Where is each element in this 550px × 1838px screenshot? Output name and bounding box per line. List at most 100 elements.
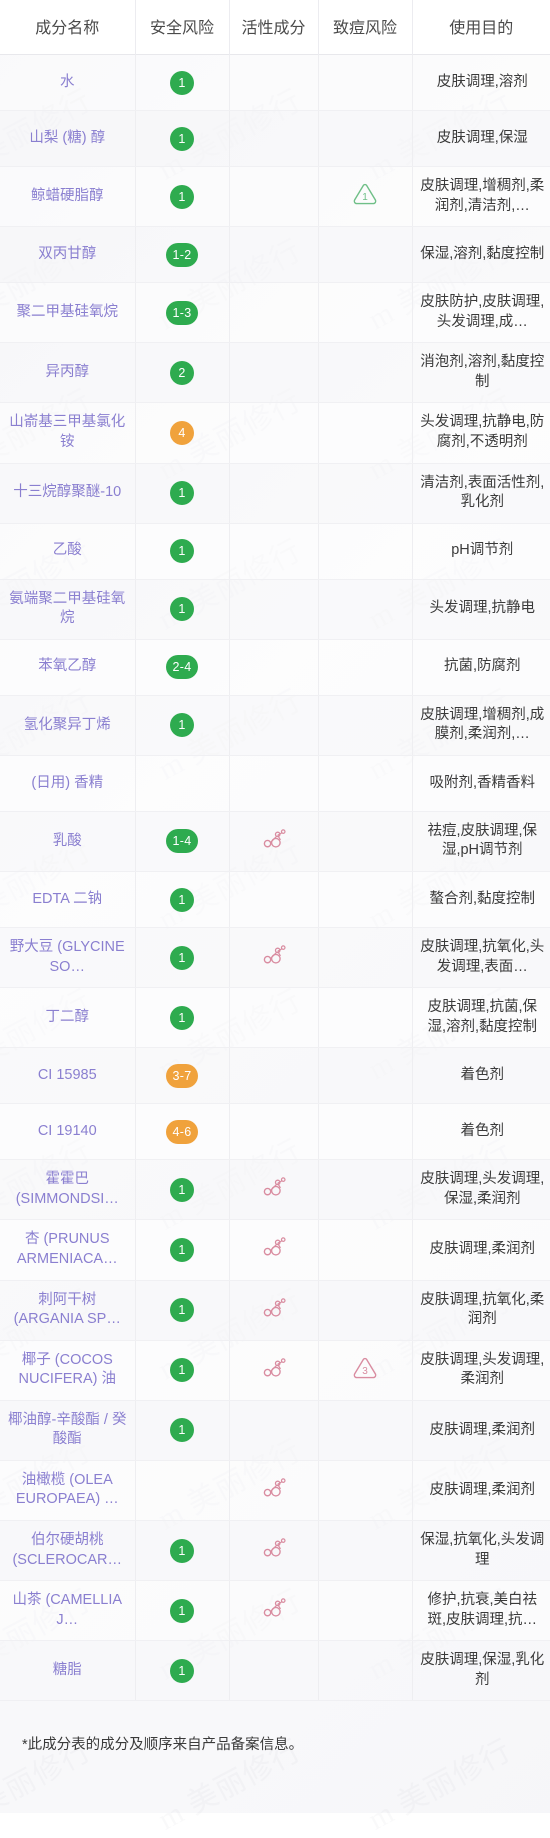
ingredient-name[interactable]: 氨端聚二甲基硅氧烷 <box>0 579 136 640</box>
table-row[interactable]: 异丙醇 2 消泡剂,溶剂,黏度控制 <box>0 342 550 404</box>
safety-risk-cell: 1 <box>135 1159 230 1221</box>
acne-risk-cell <box>318 755 413 812</box>
ingredient-name[interactable]: 野大豆 (GLYCINE SO… <box>0 927 136 989</box>
table-row[interactable]: 杏 (PRUNUS ARMENIACA… 1 皮肤调理,柔润剂 <box>0 1219 550 1281</box>
table-row[interactable]: 霍霍巴 (SIMMONDSI… 1 皮肤调理,头发调理,保湿,柔润剂 <box>0 1159 550 1221</box>
ingredient-name[interactable]: 山梨 (糖) 醇 <box>0 110 136 167</box>
safety-risk-cell: 1 <box>135 927 230 989</box>
active-ingredient-cell <box>229 282 319 344</box>
active-ingredient-cell <box>229 523 319 580</box>
table-row[interactable]: 椰油醇-辛酸酯 / 癸酸酯 1 皮肤调理,柔润剂 <box>0 1400 550 1461</box>
active-ingredient-cell <box>229 226 319 284</box>
active-ingredient-cell <box>229 54 319 111</box>
ingredient-name[interactable]: CI 19140 <box>0 1103 136 1161</box>
ingredient-name[interactable]: 鲸蜡硬脂醇 <box>0 166 136 228</box>
ingredient-name[interactable]: 山茶 (CAMELLIA J… <box>0 1580 136 1642</box>
table-row[interactable]: 油橄榄 (OLEA EUROPAEA) … 皮肤调理,柔润剂 <box>0 1460 550 1522</box>
table-row[interactable]: 氢化聚异丁烯 1 皮肤调理,增稠剂,成膜剂,柔润剂,… <box>0 695 550 756</box>
ingredient-name[interactable]: 十三烷醇聚醚-10 <box>0 463 136 524</box>
purpose-cell: 皮肤调理,柔润剂 <box>412 1400 550 1461</box>
safety-risk-cell: 2 <box>135 342 230 404</box>
table-row[interactable]: 聚二甲基硅氧烷 1-3 皮肤防护,皮肤调理,头发调理,成… <box>0 282 550 344</box>
safety-risk-cell: 1 <box>135 1340 230 1401</box>
table-row[interactable]: 乙酸 1 pH调节剂 <box>0 523 550 580</box>
ingredient-name[interactable]: 乳酸 <box>0 811 136 873</box>
column-header-name: 成分名称 <box>0 0 136 55</box>
table-row[interactable]: 野大豆 (GLYCINE SO… 1 皮肤调理,抗氧化,头发调理,表面… <box>0 927 550 989</box>
table-row[interactable]: 双丙甘醇 1-2 保湿,溶剂,黏度控制 <box>0 226 550 284</box>
ingredient-name[interactable]: 糖脂 <box>0 1640 136 1702</box>
active-ingredient-cell <box>229 463 319 524</box>
safety-risk-cell <box>135 755 230 812</box>
acne-risk-cell <box>318 1159 413 1221</box>
purpose-cell: 抗菌,防腐剂 <box>412 639 550 696</box>
active-ingredient-cell <box>229 1400 319 1461</box>
acne-risk-cell <box>318 987 413 1049</box>
ingredient-name[interactable]: 聚二甲基硅氧烷 <box>0 282 136 344</box>
ingredient-name[interactable]: 氢化聚异丁烯 <box>0 695 136 756</box>
table-row[interactable]: 山嵛基三甲基氯化铵 4 头发调理,抗静电,防腐剂,不透明剂 <box>0 402 550 464</box>
ingredient-name[interactable]: 乙酸 <box>0 523 136 580</box>
ingredient-name[interactable]: 双丙甘醇 <box>0 226 136 284</box>
ingredient-name[interactable]: 山嵛基三甲基氯化铵 <box>0 402 136 464</box>
ingredient-name[interactable]: 伯尔硬胡桃 (SCLEROCAR… <box>0 1520 136 1582</box>
active-ingredient-cell <box>229 110 319 167</box>
purpose-cell: 头发调理,抗静电,防腐剂,不透明剂 <box>412 402 550 464</box>
ingredient-name[interactable]: 丁二醇 <box>0 987 136 1049</box>
purpose-cell: 皮肤调理,头发调理,柔润剂 <box>412 1340 550 1401</box>
table-row[interactable]: 十三烷醇聚醚-10 1 清洁剂,表面活性剂,乳化剂 <box>0 463 550 524</box>
table-row[interactable]: 氨端聚二甲基硅氧烷 1 头发调理,抗静电 <box>0 579 550 640</box>
column-header-safety-risk: 安全风险 <box>135 0 230 55</box>
safety-risk-cell: 1 <box>135 166 230 228</box>
table-row[interactable]: 伯尔硬胡桃 (SCLEROCAR… 1 保湿,抗氧化,头发调理 <box>0 1520 550 1582</box>
active-ingredient-cell <box>229 987 319 1049</box>
table-row[interactable]: 鲸蜡硬脂醇 1 1 皮肤调理,增稠剂,柔润剂,清洁剂,… <box>0 166 550 228</box>
ingredient-name[interactable]: 水 <box>0 54 136 111</box>
safety-risk-cell: 1 <box>135 579 230 640</box>
table-row[interactable]: 山梨 (糖) 醇 1 皮肤调理,保湿 <box>0 110 550 167</box>
purpose-cell: 着色剂 <box>412 1103 550 1161</box>
ingredient-sheet: 成分名称 安全风险 活性成分 致痘风险 使用目的 水 1 皮肤调理,溶剂 山梨 (糖)… <box>0 0 550 1757</box>
active-ingredient-cell <box>229 342 319 404</box>
table-row[interactable]: 乳酸 1-4 祛痘,皮肤调理,保湿,pH调节剂 <box>0 811 550 873</box>
ingredient-name[interactable]: EDTA 二钠 <box>0 871 136 928</box>
table-row[interactable]: (日用) 香精 吸附剂,香精香料 <box>0 755 550 812</box>
table-row[interactable]: CI 19140 4-6 着色剂 <box>0 1103 550 1161</box>
ingredient-name[interactable]: 椰子 (COCOS NUCIFERA) 油 <box>0 1340 136 1401</box>
ingredient-name[interactable]: CI 15985 <box>0 1047 136 1105</box>
safety-risk-badge: 1 <box>170 1658 194 1683</box>
table-row[interactable]: 丁二醇 1 皮肤调理,抗菌,保湿,溶剂,黏度控制 <box>0 987 550 1049</box>
purpose-cell: 皮肤防护,皮肤调理,头发调理,成… <box>412 282 550 344</box>
table-row[interactable]: 水 1 皮肤调理,溶剂 <box>0 54 550 111</box>
purpose-cell: 皮肤调理,保湿 <box>412 110 550 167</box>
table-row[interactable]: 糖脂 1 皮肤调理,保湿,乳化剂 <box>0 1640 550 1702</box>
table-row[interactable]: 苯氧乙醇 2-4 抗菌,防腐剂 <box>0 639 550 696</box>
safety-risk-cell: 1 <box>135 54 230 111</box>
ingredient-name[interactable]: 苯氧乙醇 <box>0 639 136 696</box>
ingredient-name[interactable]: 椰油醇-辛酸酯 / 癸酸酯 <box>0 1400 136 1461</box>
safety-risk-badge: 1-2 <box>165 242 199 267</box>
ingredient-name[interactable]: 异丙醇 <box>0 342 136 404</box>
table-row[interactable]: EDTA 二钠 1 螯合剂,黏度控制 <box>0 871 550 928</box>
purpose-cell: 吸附剂,香精香料 <box>412 755 550 812</box>
table-row[interactable]: CI 15985 3-7 着色剂 <box>0 1047 550 1105</box>
ingredient-name[interactable]: (日用) 香精 <box>0 755 136 812</box>
ingredient-name[interactable]: 杏 (PRUNUS ARMENIACA… <box>0 1219 136 1281</box>
safety-risk-cell: 3-7 <box>135 1047 230 1105</box>
table-row[interactable]: 山茶 (CAMELLIA J… 1 修护,抗衰,美白祛斑,皮肤调理,抗… <box>0 1580 550 1642</box>
active-ingredient-cell <box>229 1047 319 1105</box>
purpose-cell: 皮肤调理,柔润剂 <box>412 1460 550 1522</box>
table-row[interactable]: 椰子 (COCOS NUCIFERA) 油 1 3 皮肤调理,头发调理,柔润剂 <box>0 1340 550 1401</box>
purpose-cell: 螯合剂,黏度控制 <box>412 871 550 928</box>
ingredient-name[interactable]: 油橄榄 (OLEA EUROPAEA) … <box>0 1460 136 1522</box>
table-row[interactable]: 刺阿干树 (ARGANIA SP… 1 皮肤调理,抗氧化,柔润剂 <box>0 1280 550 1341</box>
ingredient-name[interactable]: 霍霍巴 (SIMMONDSI… <box>0 1159 136 1221</box>
safety-risk-cell: 1 <box>135 1280 230 1341</box>
safety-risk-cell <box>135 1460 230 1522</box>
molecule-icon <box>263 1478 286 1497</box>
acne-risk-cell <box>318 695 413 756</box>
ingredient-name[interactable]: 刺阿干树 (ARGANIA SP… <box>0 1280 136 1341</box>
safety-risk-badge: 1-3 <box>165 300 199 325</box>
acne-risk-cell <box>318 927 413 989</box>
acne-risk-cell <box>318 402 413 464</box>
